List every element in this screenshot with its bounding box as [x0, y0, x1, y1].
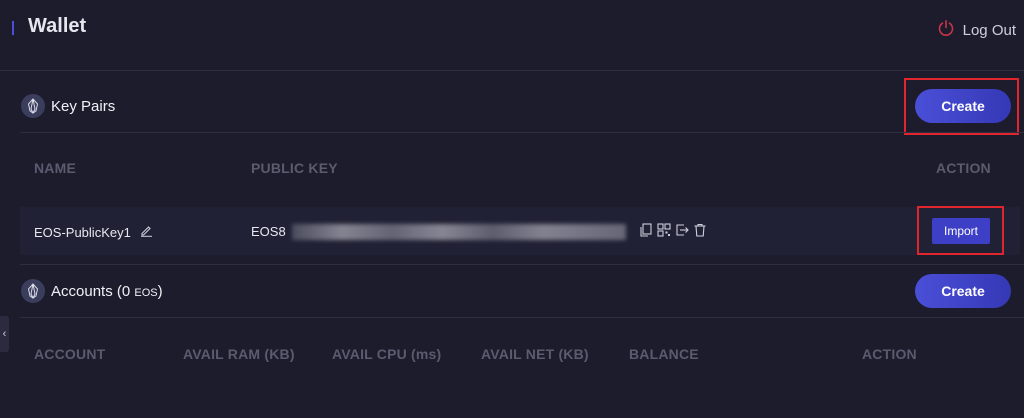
qr-code-icon[interactable] — [657, 223, 671, 237]
column-header-avail-cpu: AVAIL CPU (ms) — [332, 346, 442, 362]
edit-icon[interactable] — [140, 224, 153, 240]
copy-icon[interactable] — [639, 223, 653, 237]
sidebar-toggle[interactable]: ‹ — [0, 316, 9, 352]
column-header-avail-ram: AVAIL RAM (KB) — [183, 346, 295, 362]
power-icon — [937, 19, 955, 41]
key-pairs-header: Key Pairs — [21, 94, 115, 118]
eos-unit: EOS — [134, 286, 158, 299]
divider — [20, 317, 1024, 318]
chevron-left-icon: ‹ — [2, 328, 7, 340]
eos-logo-icon — [21, 94, 45, 118]
divider — [20, 132, 1024, 133]
eos-logo-icon — [21, 279, 45, 303]
column-header-name: NAME — [34, 160, 77, 176]
section-title-key-pairs: Key Pairs — [51, 97, 116, 115]
key-name-cell: EOS-PublicKey1 — [34, 224, 153, 240]
divider — [0, 70, 1024, 71]
import-button[interactable]: Import — [932, 218, 990, 244]
column-header-public-key: PUBLIC KEY — [251, 160, 338, 176]
column-header-avail-net: AVAIL NET (KB) — [481, 346, 589, 362]
create-key-pair-button[interactable]: Create — [915, 89, 1011, 123]
column-header-action: ACTION — [862, 346, 917, 362]
title-accent-bar — [12, 21, 14, 35]
column-header-account: ACCOUNT — [34, 346, 106, 362]
key-actions — [639, 223, 707, 237]
column-header-action: ACTION — [936, 160, 991, 176]
top-bar: Wallet Log Out — [0, 0, 1024, 70]
key-name: EOS-PublicKey1 — [34, 224, 131, 240]
logout-label: Log Out — [962, 21, 1016, 39]
public-key-prefix: EOS8 — [251, 224, 286, 239]
accounts-header: Accounts (0 EOS) — [21, 279, 163, 303]
column-header-balance: BALANCE — [629, 346, 699, 362]
public-key-redacted — [292, 224, 626, 240]
export-icon[interactable] — [675, 223, 689, 237]
trash-icon[interactable] — [693, 223, 707, 237]
divider — [20, 264, 1024, 265]
section-title-accounts: Accounts (0 EOS) — [51, 282, 163, 300]
create-account-button[interactable]: Create — [915, 274, 1011, 308]
page-title: Wallet — [28, 15, 87, 37]
logout-button[interactable]: Log Out — [937, 19, 1016, 41]
